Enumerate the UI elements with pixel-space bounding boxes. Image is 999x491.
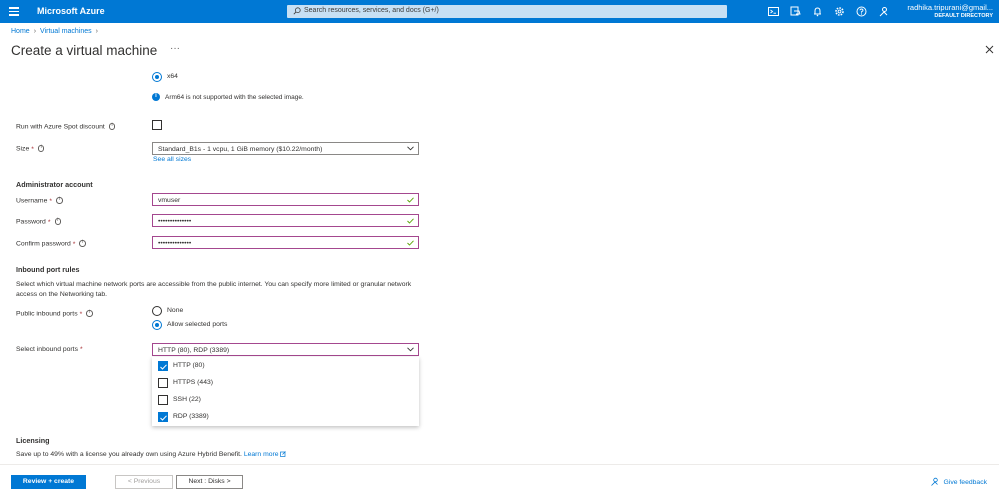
port-option-label: SSH (22)	[173, 396, 201, 403]
see-all-sizes-link[interactable]: See all sizes	[153, 156, 191, 163]
give-feedback-link[interactable]: Give feedback	[944, 479, 987, 486]
port-option-label: HTTPS (443)	[173, 379, 214, 386]
info-tooltip-icon[interactable]	[86, 309, 93, 317]
info-tooltip-icon[interactable]	[79, 239, 86, 247]
notifications-bell-icon[interactable]	[812, 6, 823, 17]
feedback-person-icon[interactable]	[878, 6, 889, 17]
page-title: Create a virtual machine	[11, 43, 158, 58]
learn-more-link[interactable]: Learn more	[244, 451, 279, 458]
account-menu[interactable]: radhika.tripurani@gmail... DEFAULT DIREC…	[907, 3, 993, 19]
password-input[interactable]: ••••••••••••••	[152, 214, 419, 227]
info-tooltip-icon[interactable]	[37, 144, 45, 152]
valid-checkmark-icon	[407, 218, 414, 224]
password-value: ••••••••••••••	[158, 217, 192, 225]
architecture-x64-label: x64	[167, 73, 178, 80]
account-directory: DEFAULT DIRECTORY	[934, 13, 993, 19]
inbound-ports-select[interactable]: HTTP (80), RDP (3389)	[152, 343, 419, 356]
port-checkbox-http[interactable]	[158, 361, 168, 371]
size-select[interactable]: Standard_B1s - 1 vcpu, 1 GiB memory ($10…	[152, 142, 419, 155]
info-tooltip-icon[interactable]	[56, 196, 63, 204]
chevron-down-icon	[407, 347, 414, 352]
external-link-icon	[280, 450, 287, 457]
inbound-allow-selected-label: Allow selected ports	[167, 321, 228, 328]
chevron-down-icon	[407, 146, 414, 151]
select-inbound-ports-label: Select inbound ports *	[16, 346, 83, 353]
inbound-allow-selected-radio[interactable]	[152, 320, 162, 330]
username-value: vmuser	[158, 196, 181, 204]
breadcrumb-chevron-icon: ›	[33, 28, 37, 35]
breadcrumb-home-link[interactable]: Home	[11, 28, 30, 35]
size-label: Size *	[16, 144, 45, 153]
valid-checkmark-icon	[407, 240, 414, 246]
inbound-ports-dropdown: HTTP (80) HTTPS (443) SSH (22) RDP (3389…	[152, 357, 419, 426]
breadcrumb: Home › Virtual machines ›	[11, 28, 102, 35]
breadcrumb-virtual-machines-link[interactable]: Virtual machines	[40, 28, 92, 35]
checkmark-icon	[160, 414, 167, 421]
cloud-shell-icon[interactable]	[768, 6, 779, 17]
spot-discount-label: Run with Azure Spot discount	[16, 122, 116, 131]
help-question-icon[interactable]	[856, 6, 867, 17]
port-checkbox-rdp[interactable]	[158, 412, 168, 422]
confirm-password-label: Confirm password *	[16, 239, 86, 248]
global-search-input[interactable]: Search resources, services, and docs (G+…	[287, 5, 727, 18]
inbound-ports-select-value: HTTP (80), RDP (3389)	[158, 346, 230, 354]
valid-checkmark-icon	[407, 197, 414, 203]
review-create-button[interactable]: Review + create	[11, 475, 86, 489]
confirm-password-value: ••••••••••••••	[158, 239, 192, 247]
checkmark-icon	[160, 363, 167, 370]
search-icon	[293, 7, 301, 15]
administrator-account-heading: Administrator account	[16, 180, 93, 189]
previous-button[interactable]: < Previous	[115, 475, 173, 489]
spot-discount-checkbox[interactable]	[152, 120, 162, 130]
top-navigation-bar: Microsoft Azure Search resources, servic…	[0, 0, 999, 23]
confirm-password-input[interactable]: ••••••••••••••	[152, 236, 419, 249]
port-option-label: HTTP (80)	[173, 362, 205, 369]
directory-filter-icon[interactable]	[790, 6, 801, 17]
arm64-notice: Arm64 is not supported with the selected…	[165, 94, 304, 101]
inbound-none-radio[interactable]	[152, 306, 162, 316]
licensing-description: Save up to 49% with a license you alread…	[16, 450, 616, 460]
breadcrumb-chevron-icon: ›	[95, 28, 98, 35]
search-placeholder: Search resources, services, and docs (G+…	[304, 7, 439, 14]
info-icon	[152, 93, 160, 101]
more-options-ellipsis-icon[interactable]: ···	[170, 43, 180, 54]
architecture-x64-radio[interactable]	[152, 72, 162, 82]
port-checkbox-ssh[interactable]	[158, 395, 168, 405]
inbound-none-label: None	[167, 307, 184, 314]
portal-menu-icon[interactable]	[9, 7, 19, 16]
licensing-heading: Licensing	[16, 436, 50, 445]
info-tooltip-icon[interactable]	[108, 122, 116, 130]
inbound-port-rules-heading: Inbound port rules	[16, 265, 80, 274]
close-icon[interactable]	[985, 45, 994, 54]
account-name: radhika.tripurani@gmail...	[907, 3, 993, 12]
next-disks-button[interactable]: Next : Disks >	[176, 475, 243, 489]
inbound-description: Select which virtual machine network por…	[16, 281, 412, 298]
footer-divider	[0, 464, 999, 465]
size-select-value: Standard_B1s - 1 vcpu, 1 GiB memory ($10…	[158, 145, 323, 153]
feedback-person-icon	[931, 477, 938, 486]
brand-title[interactable]: Microsoft Azure	[37, 6, 105, 16]
settings-gear-icon[interactable]	[834, 6, 845, 17]
username-input[interactable]: vmuser	[152, 193, 419, 206]
port-checkbox-https[interactable]	[158, 378, 168, 388]
port-option-label: RDP (3389)	[173, 413, 209, 420]
info-tooltip-icon[interactable]	[54, 217, 61, 225]
password-label: Password *	[16, 217, 61, 226]
username-label: Username *	[16, 196, 63, 205]
public-inbound-ports-label: Public inbound ports *	[16, 309, 93, 318]
